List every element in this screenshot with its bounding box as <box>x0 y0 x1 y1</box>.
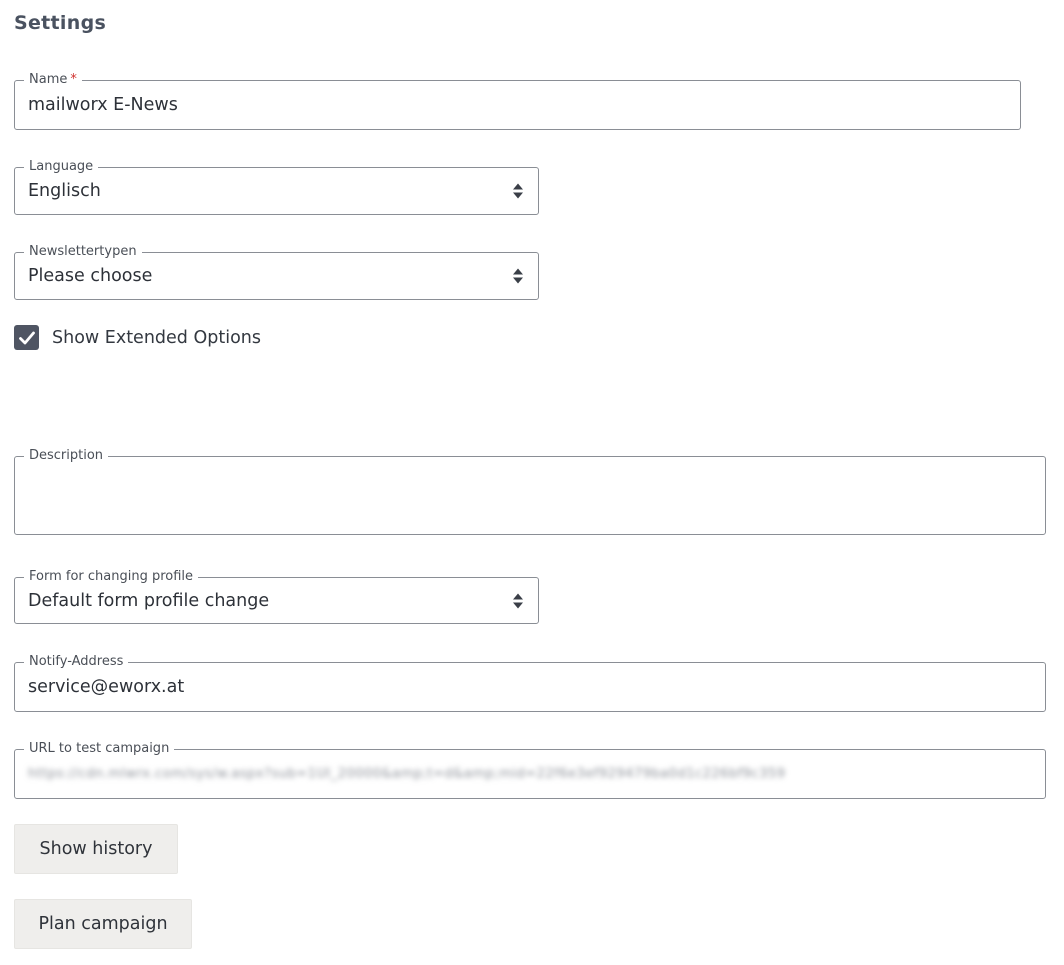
description-label: Description <box>24 448 109 464</box>
notify-address-field[interactable]: Notify-Address service@eworx.at <box>14 654 1046 712</box>
select-arrows-icon[interactable] <box>512 592 524 610</box>
notify-address-label: Notify-Address <box>24 654 129 670</box>
check-icon <box>18 331 35 344</box>
language-value[interactable]: Englisch <box>28 181 101 201</box>
language-select[interactable]: Language Englisch <box>14 159 539 215</box>
name-field[interactable]: Name * mailworx E-News <box>14 72 1021 130</box>
newsletter-type-value[interactable]: Please choose <box>28 266 152 286</box>
extended-options-label[interactable]: Show Extended Options <box>52 328 261 348</box>
name-input[interactable]: mailworx E-News <box>28 95 178 115</box>
test-url-label: URL to test campaign <box>24 741 175 757</box>
profile-form-value[interactable]: Default form profile change <box>28 591 269 611</box>
notify-address-input[interactable]: service@eworx.at <box>28 677 184 697</box>
newsletter-type-label: Newslettertypen <box>24 244 142 260</box>
test-url-input[interactable]: https://cdn.mlwrx.com/sys/w.aspx?sub=1UI… <box>28 767 1033 782</box>
test-url-field[interactable]: URL to test campaign https://cdn.mlwrx.c… <box>14 741 1046 799</box>
required-mark: * <box>70 72 77 87</box>
extended-options-row[interactable]: Show Extended Options <box>14 325 261 350</box>
settings-page: Settings Name * mailworx E-News Language … <box>0 0 1064 965</box>
language-label: Language <box>24 159 99 175</box>
select-arrows-icon[interactable] <box>512 267 524 285</box>
profile-form-select[interactable]: Form for changing profile Default form p… <box>14 569 539 624</box>
extended-options-checkbox[interactable] <box>14 325 39 350</box>
newsletter-type-select[interactable]: Newslettertypen Please choose <box>14 244 539 300</box>
description-field[interactable]: Description <box>14 448 1046 535</box>
plan-campaign-button[interactable]: Plan campaign <box>14 899 192 949</box>
profile-form-label: Form for changing profile <box>24 569 199 585</box>
page-title: Settings <box>14 12 107 34</box>
select-arrows-icon[interactable] <box>512 182 524 200</box>
show-history-button[interactable]: Show history <box>14 824 178 874</box>
name-label: Name * <box>24 72 82 88</box>
